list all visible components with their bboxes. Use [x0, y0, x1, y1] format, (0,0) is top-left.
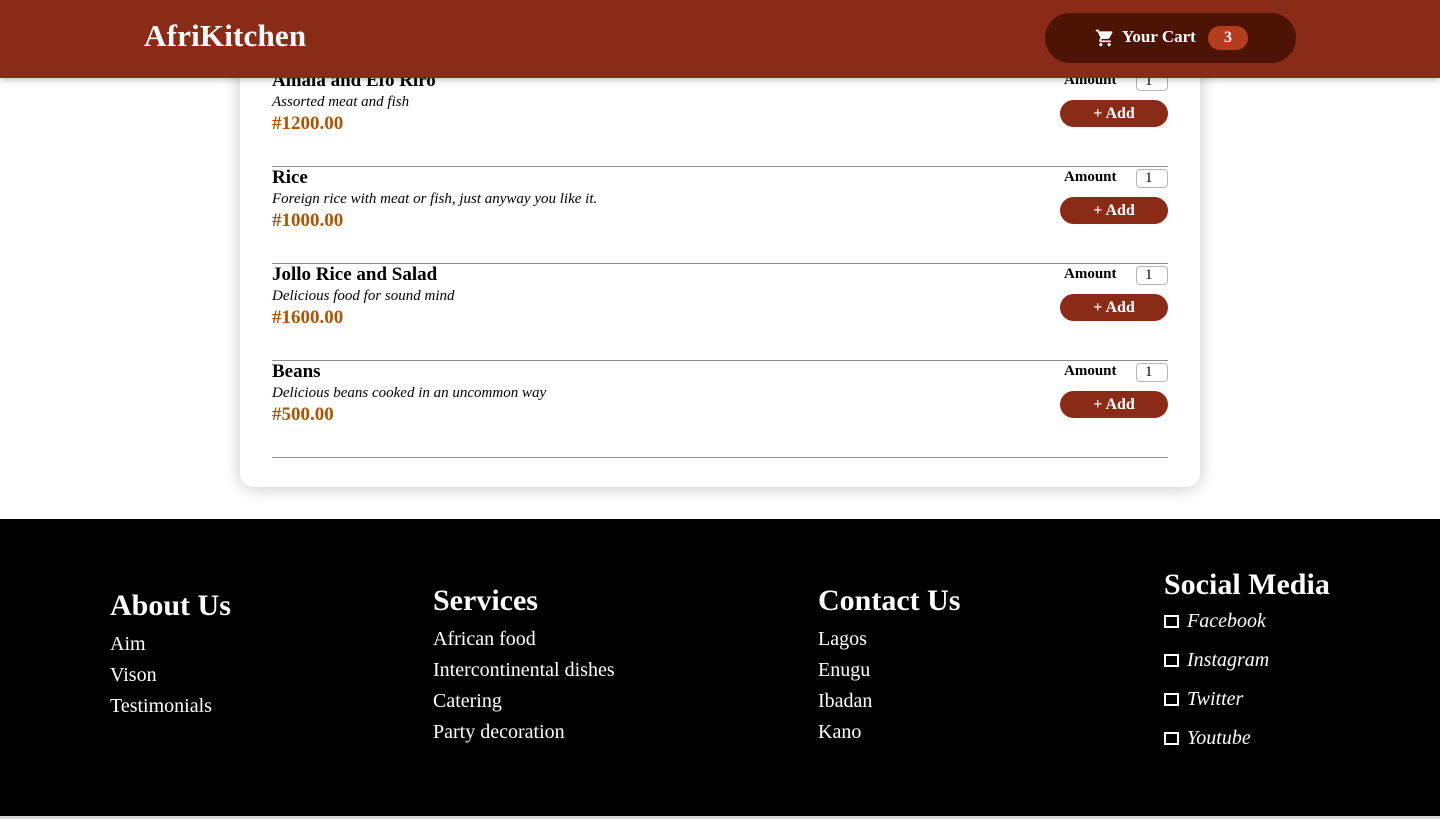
- meals-card: Amala and Efo Riro Assorted meat and fis…: [240, 20, 1200, 487]
- amount-label: Amount: [1064, 169, 1117, 185]
- footer-link-party-decoration[interactable]: Party decoration: [433, 717, 615, 748]
- meal-description: Assorted meat and fish: [272, 94, 410, 110]
- top-header: AfriKitchen Your Cart 3: [0, 0, 1440, 78]
- footer-link-catering[interactable]: Catering: [433, 686, 615, 717]
- amount-label: Amount: [1064, 363, 1117, 379]
- meal-item-rice: Rice Foreign rice with meat or fish, jus…: [272, 167, 1168, 264]
- meal-price: #500.00: [272, 404, 334, 425]
- footer-link-african-food[interactable]: African food: [433, 624, 615, 655]
- footer-services-title: Services: [433, 584, 538, 617]
- meal-description: Foreign rice with meat or fish, just any…: [272, 191, 598, 207]
- add-to-cart-button[interactable]: + Add: [1060, 391, 1168, 418]
- shopping-cart-icon: [1095, 29, 1113, 47]
- social-link-facebook[interactable]: Facebook: [1164, 602, 1330, 641]
- footer-link-lagos[interactable]: Lagos: [818, 624, 961, 655]
- square-outline-icon: [1164, 693, 1179, 706]
- meal-description: Delicious beans cooked in an uncommon wa…: [272, 385, 547, 401]
- amount-input[interactable]: [1136, 363, 1168, 382]
- meal-price: #1600.00: [272, 307, 344, 328]
- meal-name: Beans: [272, 361, 321, 382]
- social-link-youtube[interactable]: Youtube: [1164, 719, 1330, 758]
- cart-count-badge: 3: [1208, 26, 1248, 50]
- footer-services-column: Services African food Intercontinental d…: [433, 584, 615, 748]
- social-label: Facebook: [1187, 610, 1266, 632]
- meal-price: #1200.00: [272, 113, 344, 134]
- add-to-cart-button[interactable]: + Add: [1060, 197, 1168, 224]
- amount-input[interactable]: [1136, 266, 1168, 285]
- social-label: Instagram: [1187, 649, 1270, 671]
- footer-link-enugu[interactable]: Enugu: [818, 655, 961, 686]
- footer-contact-title: Contact Us: [818, 584, 961, 617]
- meal-name: Rice: [272, 167, 308, 188]
- social-link-twitter[interactable]: Twitter: [1164, 680, 1330, 719]
- meal-item-beans: Beans Delicious beans cooked in an uncom…: [272, 361, 1168, 458]
- cart-button[interactable]: Your Cart 3: [1045, 13, 1296, 63]
- footer-contact-column: Contact Us Lagos Enugu Ibadan Kano: [818, 584, 961, 748]
- footer-social-title: Social Media: [1164, 568, 1330, 601]
- social-link-instagram[interactable]: Instagram: [1164, 641, 1330, 680]
- amount-label: Amount: [1064, 266, 1117, 282]
- footer-link-kano[interactable]: Kano: [818, 717, 961, 748]
- square-outline-icon: [1164, 654, 1179, 667]
- footer-link-intercontinental[interactable]: Intercontinental dishes: [433, 655, 615, 686]
- footer: About Us Aim Vison Testimonials Services…: [0, 519, 1440, 816]
- meal-description: Delicious food for sound mind: [272, 288, 455, 304]
- footer-link-testimonials[interactable]: Testimonials: [110, 691, 231, 722]
- brand-logo[interactable]: AfriKitchen: [144, 18, 306, 54]
- social-label: Twitter: [1187, 688, 1244, 710]
- footer-link-aim[interactable]: Aim: [110, 629, 231, 660]
- meal-name: Jollo Rice and Salad: [272, 264, 438, 285]
- add-to-cart-button[interactable]: + Add: [1060, 100, 1168, 127]
- meal-item-jollof: Jollo Rice and Salad Delicious food for …: [272, 264, 1168, 361]
- meal-price: #1000.00: [272, 210, 344, 231]
- meal-item-amala: Amala and Efo Riro Assorted meat and fis…: [272, 70, 1168, 167]
- social-label: Youtube: [1187, 727, 1251, 749]
- footer-social-column: Social Media Facebook Instagram Twitter …: [1164, 568, 1330, 758]
- square-outline-icon: [1164, 615, 1179, 628]
- footer-about-title: About Us: [110, 589, 231, 622]
- footer-link-vision[interactable]: Vison: [110, 660, 231, 691]
- square-outline-icon: [1164, 732, 1179, 745]
- cart-label: Your Cart: [1122, 27, 1196, 46]
- footer-link-ibadan[interactable]: Ibadan: [818, 686, 961, 717]
- add-to-cart-button[interactable]: + Add: [1060, 294, 1168, 321]
- amount-input[interactable]: [1136, 169, 1168, 188]
- footer-about-column: About Us Aim Vison Testimonials: [110, 589, 231, 722]
